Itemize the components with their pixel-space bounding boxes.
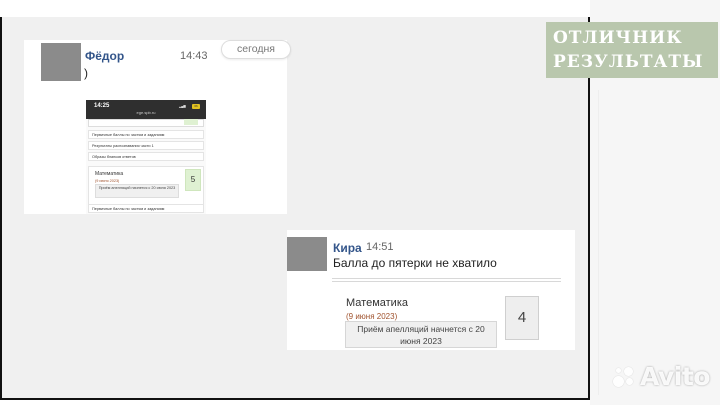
signal-icon: ▂▄▆ [179, 104, 186, 108]
brand-line-2: РЕЗУЛЬТАТЫ [553, 52, 704, 72]
avatar[interactable] [41, 43, 81, 81]
avito-logo-icon [612, 364, 638, 390]
message-time: 14:51 [366, 241, 394, 253]
chat-message-kira: Кира 14:51 Балла до пятерки не хватило М… [287, 230, 575, 350]
avatar[interactable] [287, 237, 327, 271]
result-row: Первичные баллы по частям и заданиям [88, 204, 204, 213]
result-row: Результаты распознавания части 1 [88, 141, 204, 150]
chat-message-fedor: Фёдор 14:43 сегодня ) 14:25 ▂▄▆ 66 ege.s… [24, 40, 291, 214]
subject-name: Математика [95, 171, 124, 177]
battery-icon: 66 [192, 104, 200, 109]
grade-box: 4 [505, 296, 539, 340]
date-divider: сегодня [221, 40, 291, 59]
message-time: 14:43 [180, 50, 208, 62]
slide-top-strip [0, 0, 590, 17]
message-author[interactable]: Фёдор [85, 49, 124, 63]
grade-box-top [184, 119, 198, 125]
exam-date: (9 июня 2023) [346, 312, 398, 321]
appeal-note: Приём апелляций начнется с 20 июня 2023 [345, 321, 497, 348]
watermark-text: Avito [640, 362, 710, 391]
phone-status-bar: 14:25 ▂▄▆ 66 ege.spb.ru [86, 100, 206, 119]
brand-badge: ОТЛИЧНИК РЕЗУЛЬТАТЫ [546, 22, 718, 78]
phone-clock: 14:25 [94, 103, 110, 109]
brand-line-1: ОТЛИЧНИК [553, 28, 683, 48]
message-text: Балла до пятерки не хватило [333, 256, 497, 270]
exam-date: (9 июня 2023) [95, 179, 120, 183]
browser-url: ege.spb.ru [136, 110, 156, 115]
result-row: Первичные баллы по частям и заданиям [88, 130, 204, 139]
avito-watermark: Avito [612, 362, 710, 391]
message-text: ) [84, 66, 88, 80]
attached-screenshot[interactable]: 14:25 ▂▄▆ 66 ege.spb.ru Первичные баллы … [86, 100, 206, 214]
result-row: Образы бланков ответов [88, 152, 204, 161]
appeal-note: Приём апелляций начнется с 20 июня 2023 [95, 184, 179, 198]
quote-divider [332, 278, 561, 282]
message-author[interactable]: Кира [333, 241, 362, 255]
subject-name: Математика [346, 297, 408, 309]
grade-box: 5 [185, 169, 201, 191]
